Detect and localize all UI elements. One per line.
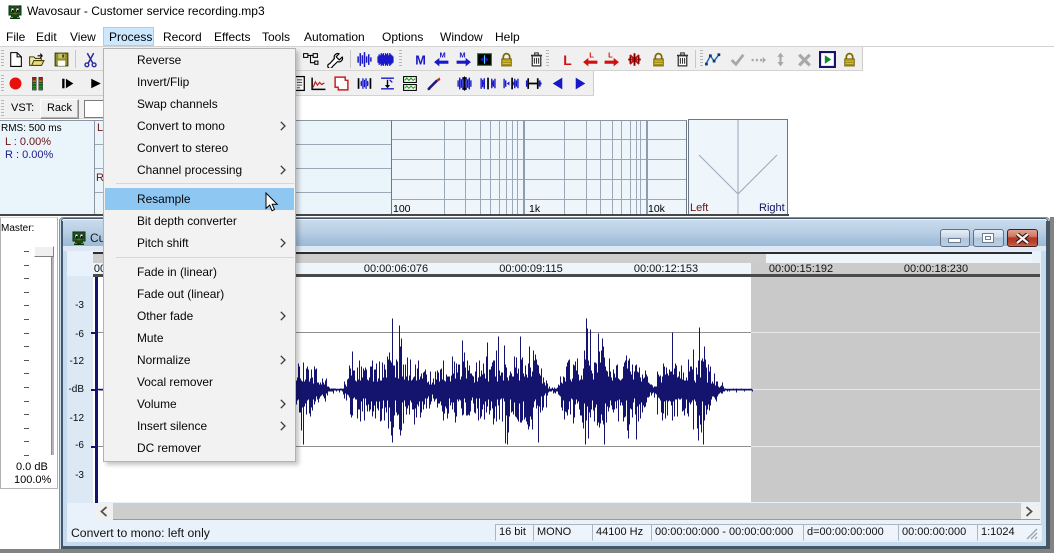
svg-text:L: L (563, 52, 571, 68)
svg-text:L: L (589, 51, 594, 59)
svg-text:M: M (415, 52, 426, 67)
svg-text:L: L (608, 51, 613, 59)
svg-text:M: M (459, 51, 465, 59)
svg-text:M: M (439, 51, 445, 59)
